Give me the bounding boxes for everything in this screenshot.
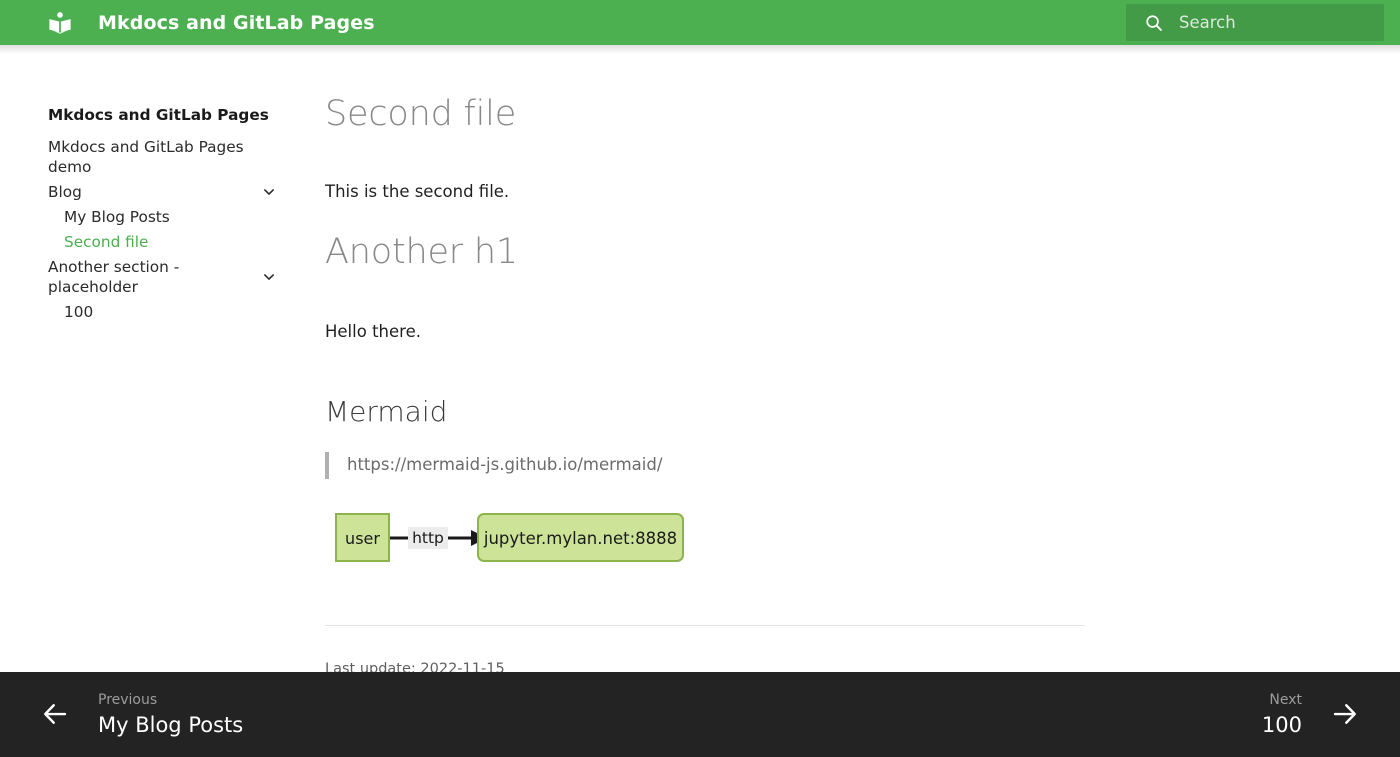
search-icon <box>1144 13 1164 33</box>
content-divider <box>325 624 1085 626</box>
next-page-link[interactable]: Next 100 <box>1262 690 1360 739</box>
search-input[interactable] <box>1179 4 1359 41</box>
hello-paragraph: Hello there. <box>325 322 421 342</box>
sidebar-item-demo[interactable]: Mkdocs and GitLab Pages demo <box>48 137 300 177</box>
sidebar-item-second-file[interactable]: Second file <box>48 232 300 252</box>
search-container <box>1126 4 1384 41</box>
site-header: Mkdocs and GitLab Pages <box>0 0 1400 45</box>
sidebar-item-label[interactable]: Second file <box>64 232 262 252</box>
mermaid-section-title: Mermaid <box>325 394 448 428</box>
mkdocs-book-logo-icon <box>47 10 73 36</box>
search-box[interactable] <box>1126 4 1384 41</box>
mermaid-link-text: https://mermaid-js.github.io/mermaid/ <box>347 455 663 475</box>
previous-page-title: My Blog Posts <box>98 712 244 737</box>
arrow-left-icon <box>40 699 70 729</box>
next-page-title: 100 <box>1261 712 1302 737</box>
previous-page-link[interactable]: Previous My Blog Posts <box>40 690 243 739</box>
diagram-node-user-label: user <box>345 529 380 548</box>
sub-heading: Another h1 <box>325 231 518 272</box>
sidebar-item-label[interactable]: Another section - placeholder <box>48 257 262 297</box>
bottom-navigation: Previous My Blog Posts Next 100 <box>0 672 1400 757</box>
sidebar-item-label[interactable]: My Blog Posts <box>64 207 262 227</box>
chevron-down-icon[interactable] <box>260 268 278 286</box>
site-logo-button[interactable] <box>38 10 82 36</box>
mermaid-diagram: http user jupyter.mylan.net:8888 <box>325 507 1085 573</box>
mermaid-blockquote: https://mermaid-js.github.io/mermaid/ <box>325 452 1085 479</box>
page-title: Second file <box>325 94 517 134</box>
sidebar-item-100[interactable]: 100 <box>48 302 300 322</box>
sidebar-item-my-blog-posts[interactable]: My Blog Posts <box>48 207 300 227</box>
sidebar-item-label[interactable]: Blog <box>48 182 262 202</box>
site-title: Mkdocs and GitLab Pages <box>98 11 375 34</box>
page-body: Mkdocs and GitLab Pages Mkdocs and GitLa… <box>0 45 1400 677</box>
edge-label-http: http <box>412 529 444 547</box>
sidebar-item-label[interactable]: 100 <box>64 302 262 322</box>
sidebar-item-another-section[interactable]: Another section - placeholder <box>48 257 300 297</box>
next-direction-label: Next <box>1269 691 1302 708</box>
previous-direction-label: Previous <box>98 691 158 708</box>
arrow-right-icon <box>1330 699 1360 729</box>
sidebar-item-label[interactable]: Mkdocs and GitLab Pages demo <box>48 137 262 177</box>
sidebar-item-blog[interactable]: Blog <box>48 182 300 202</box>
diagram-node-jupyter-label: jupyter.mylan.net:8888 <box>483 529 677 548</box>
chevron-down-icon[interactable] <box>260 183 278 201</box>
intro-paragraph: This is the second file. <box>325 181 510 201</box>
